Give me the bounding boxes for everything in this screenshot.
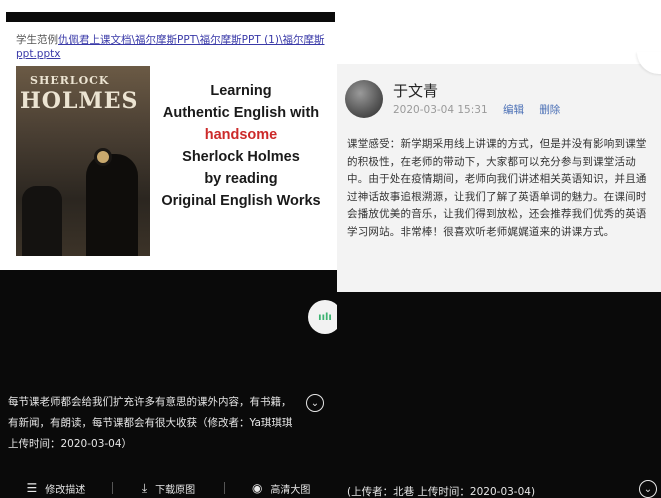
slide-title-line: Original English Works bbox=[161, 193, 321, 209]
comment-card: 于文青 2020-03-04 15:31 编辑 删除 课堂感受：新学期采用线上讲… bbox=[337, 64, 661, 292]
document-path: 学生范例仇佩君上课文档\福尔摩斯PPT\福尔摩斯PPT (1)\福尔摩斯ppt.… bbox=[16, 33, 328, 61]
action-bar: ☰ 修改描述 ⤓ 下载原图 ◉ 高清大图 bbox=[0, 478, 337, 498]
slide-title-line: Authentic English with bbox=[162, 105, 320, 121]
download-original-button[interactable]: ⤓ 下载原图 bbox=[113, 481, 225, 496]
book-cover-title-1: SHERLOCK bbox=[30, 74, 110, 87]
book-cover-image: SHERLOCK HOLMES bbox=[16, 66, 150, 256]
hd-image-label: 高清大图 bbox=[270, 484, 311, 496]
figure-silhouette bbox=[22, 186, 62, 256]
left-panel: 学生范例仇佩君上课文档\福尔摩斯PPT\福尔摩斯PPT (1)\福尔摩斯ppt.… bbox=[0, 0, 337, 498]
chevron-down-icon[interactable]: ⌄ bbox=[639, 480, 657, 498]
menu-icon: ☰ bbox=[26, 481, 38, 495]
comment-meta: 2020-03-04 15:31 编辑 删除 bbox=[393, 102, 560, 117]
avatar[interactable] bbox=[345, 80, 383, 118]
detective-silhouette bbox=[86, 154, 138, 256]
right-panel: 于文青 2020-03-04 15:31 编辑 删除 课堂感受：新学期采用线上讲… bbox=[337, 0, 661, 498]
edit-description-button[interactable]: ☰ 修改描述 bbox=[0, 481, 112, 496]
comment-timestamp: 2020-03-04 15:31 bbox=[393, 104, 488, 116]
edit-link[interactable]: 编辑 bbox=[503, 104, 524, 116]
comment-content: 课堂感受：新学期采用线上讲课的方式，但是并没有影响到课堂的积极性，在老师的带动下… bbox=[347, 138, 647, 238]
eye-icon: ◉ bbox=[251, 481, 263, 495]
book-cover-title-2: HOLMES bbox=[20, 88, 139, 114]
download-original-label: 下载原图 bbox=[155, 484, 196, 496]
slide-title-line: Learning bbox=[210, 83, 272, 99]
media-viewer[interactable] bbox=[337, 292, 661, 498]
slide-title-line: by reading bbox=[204, 171, 278, 187]
top-bar bbox=[6, 12, 335, 22]
slide-title-line: Sherlock Holmes bbox=[182, 149, 300, 165]
audio-wave-icon[interactable]: ıılı bbox=[308, 300, 337, 334]
author-name[interactable]: 于文青 bbox=[393, 80, 438, 101]
magnifier-icon bbox=[94, 148, 112, 166]
path-prefix: 学生范例 bbox=[16, 34, 58, 46]
image-description: 每节课老师都会给我们扩充许多有意思的课外内容，有书籍，有新闻，有朗读，每节课都会… bbox=[8, 396, 293, 450]
delete-link[interactable]: 删除 bbox=[539, 104, 560, 116]
hd-image-button[interactable]: ◉ 高清大图 bbox=[225, 481, 337, 496]
slide-title-highlight: handsome bbox=[204, 127, 278, 143]
document-link[interactable]: 仇佩君上课文档\福尔摩斯PPT\福尔摩斯PPT (1)\福尔摩斯ppt.pptx bbox=[16, 34, 324, 60]
uploader-info: (上传者：北巷 上传时间：2020-03-04) bbox=[347, 486, 536, 498]
edit-description-label: 修改描述 bbox=[45, 484, 86, 496]
chevron-down-icon[interactable]: ⌄ bbox=[306, 394, 324, 412]
download-icon: ⤓ bbox=[141, 480, 148, 495]
media-viewer[interactable] bbox=[0, 270, 337, 498]
slide-title: Learning Authentic English with handsome… bbox=[152, 80, 330, 212]
